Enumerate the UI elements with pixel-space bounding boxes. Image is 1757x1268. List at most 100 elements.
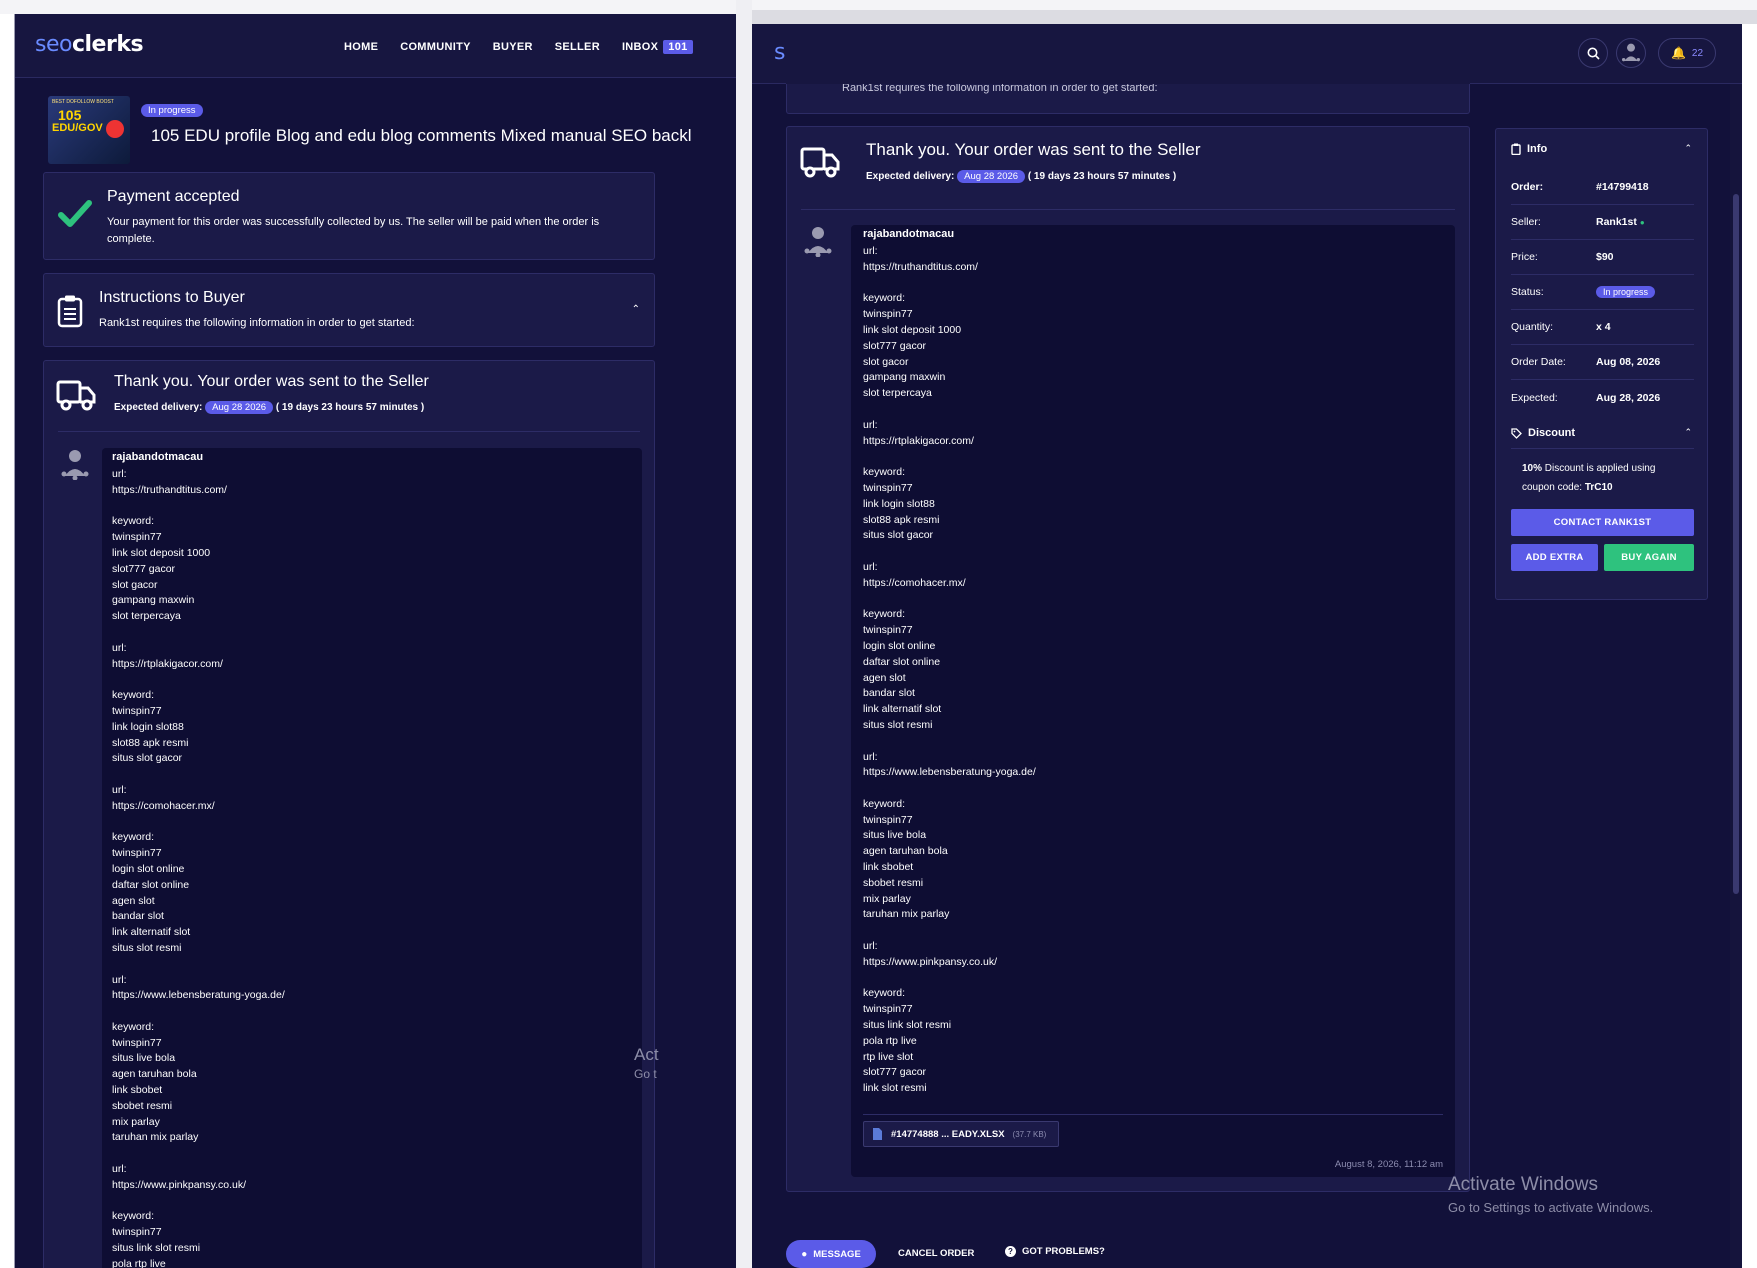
message-line: situs link slot resmi: [112, 1242, 201, 1255]
message-line: [863, 971, 1036, 987]
nav-home[interactable]: HOME: [344, 41, 378, 53]
order-sent-card: Thank you. Your order was sent to the Se…: [43, 360, 655, 1268]
message-line: [863, 781, 1036, 797]
instructions-text: Rank1st requires the following informati…: [99, 317, 415, 329]
nav-community[interactable]: COMMUNITY: [400, 41, 471, 53]
message-line: link login slot88: [863, 497, 935, 510]
message-line: mix parlay: [863, 892, 911, 905]
message-line: keyword:: [112, 515, 155, 528]
message-line: twinspin77: [863, 624, 913, 637]
message-line: link slot resmi: [863, 1082, 927, 1095]
add-extra-button[interactable]: ADD EXTRA: [1511, 544, 1598, 571]
message-line: keyword:: [112, 1020, 155, 1033]
message-line: https://rtplakigacor.com/: [112, 657, 223, 670]
message-line: twinspin77: [863, 481, 913, 494]
windows-watermark-partial-sub: Go t: [634, 1067, 657, 1081]
main-menu: HOME COMMUNITY BUYER SELLER INBOX101: [344, 40, 693, 54]
message-line: mix parlay: [112, 1115, 160, 1128]
divider: [801, 209, 1455, 210]
seoclerks-logo[interactable]: seoclerks: [35, 32, 144, 57]
info-row-order-date: Order Date: Aug 08, 2026: [1511, 345, 1694, 380]
message-line: [863, 402, 1036, 418]
message-line: url:: [112, 783, 127, 796]
scrollbar-track[interactable]: [1730, 84, 1742, 1268]
message-line: daftar slot online: [863, 655, 941, 668]
message-line: url:: [863, 418, 878, 431]
instructions-card[interactable]: Instructions to Buyer Rank1st requires t…: [43, 273, 655, 347]
message-line: agen taruhan bola: [112, 1068, 197, 1081]
message-line: taruhan mix parlay: [863, 908, 950, 921]
info-row-expected: Expected: Aug 28, 2026: [1511, 391, 1661, 404]
gig-thumbnail[interactable]: BEST DOFOLLOW BOOST 105 EDU/GOV: [48, 96, 130, 164]
got-problems-button[interactable]: ? GOT PROBLEMS?: [1005, 1246, 1105, 1257]
message-line: taruhan mix parlay: [112, 1131, 199, 1144]
message-line: url:: [863, 560, 878, 573]
nav-buyer[interactable]: BUYER: [493, 41, 533, 53]
clipboard-icon: [1511, 143, 1521, 155]
inbox-count-badge: 101: [663, 40, 693, 54]
divider: [58, 431, 640, 432]
chevron-up-icon[interactable]: ⌃: [1684, 143, 1692, 154]
message-line: [112, 499, 285, 515]
online-dot-icon: ●: [1639, 217, 1645, 227]
info-row-status: Status: In progress: [1511, 275, 1694, 310]
info-rows: Order: #14799418 Seller: Rank1st ● Price: $9…: [1511, 170, 1694, 415]
payment-accepted-card: Payment accepted Your payment for this o…: [43, 172, 655, 260]
message-button[interactable]: ● MESSAGE: [786, 1240, 876, 1268]
delivery-date-pill: Aug 28 2026: [957, 170, 1026, 183]
message-line: bandar slot: [863, 687, 915, 700]
message-line: [112, 1004, 285, 1020]
message-line: slot777 gacor: [112, 562, 176, 575]
message-line: keyword:: [112, 689, 155, 702]
message-line: login slot online: [863, 639, 936, 652]
message-line: daftar slot online: [112, 878, 190, 891]
message-line: keyword:: [112, 831, 155, 844]
message-line: link alternatif slot: [863, 703, 942, 716]
message-line: slot777 gacor: [863, 339, 927, 352]
nav-seller[interactable]: SELLER: [555, 41, 600, 53]
discount-header[interactable]: Discount: [1511, 427, 1575, 439]
seller-link[interactable]: Rank1st: [1596, 216, 1637, 228]
attachment-chip[interactable]: #14774888 ... EADY.XLSX (37.7 KB): [863, 1121, 1060, 1147]
cancel-order-button[interactable]: CANCEL ORDER: [898, 1248, 974, 1259]
info-row-seller: Seller: Rank1st ●: [1511, 205, 1694, 240]
message-line: url:: [863, 750, 878, 763]
message-line: slot terpercaya: [112, 610, 181, 623]
message-line: situs link slot resmi: [863, 1019, 952, 1032]
message-line: https://comohacer.mx/: [863, 576, 966, 589]
message-line: login slot online: [112, 862, 185, 875]
message-line: https://www.pinkpansy.co.uk/: [112, 1178, 247, 1191]
message-line: twinspin77: [112, 704, 162, 717]
message-line: situs live bola: [112, 1052, 176, 1065]
chevron-up-icon[interactable]: ⌃: [1684, 427, 1692, 438]
message-line: keyword:: [863, 466, 906, 479]
clipboard-icon: [57, 294, 83, 333]
message-line: [112, 1146, 285, 1162]
info-header[interactable]: Info: [1511, 143, 1547, 155]
message-line: [112, 815, 285, 831]
user-avatar-icon: [803, 225, 833, 262]
message-line: twinspin77: [112, 1036, 162, 1049]
message-line: [863, 734, 1036, 750]
message-line: twinspin77: [863, 1003, 913, 1016]
order-title: 105 EDU profile Blog and edu blog commen…: [151, 126, 692, 145]
message-line: link slot deposit 1000: [112, 546, 211, 559]
nav-inbox[interactable]: INBOX101: [622, 40, 693, 54]
message-line: [112, 767, 285, 783]
message-body: url: https://truthandtitus.com/keyword: tw…: [863, 244, 1036, 1097]
buy-again-button[interactable]: BUY AGAIN: [1604, 544, 1694, 571]
message-line: [863, 592, 1036, 608]
discount-text: 10% Discount is applied using coupon cod…: [1522, 463, 1656, 493]
chevron-up-icon[interactable]: ⌃: [632, 304, 640, 315]
help-icon: ?: [1005, 1246, 1016, 1257]
contact-seller-button[interactable]: CONTACT RANK1ST: [1511, 509, 1694, 536]
message-line: keyword:: [863, 292, 906, 305]
message-line: [863, 544, 1036, 560]
message-bubble-right: rajabandotmacau url: https://truthandtitu…: [851, 225, 1455, 1177]
status-pill: In progress: [141, 104, 203, 117]
message-line: [863, 923, 1036, 939]
message-line: slot88 apk resmi: [112, 736, 189, 749]
message-line: [112, 625, 285, 641]
scrollbar-thumb[interactable]: [1733, 194, 1739, 894]
message-line: https://comohacer.mx/: [112, 799, 215, 812]
